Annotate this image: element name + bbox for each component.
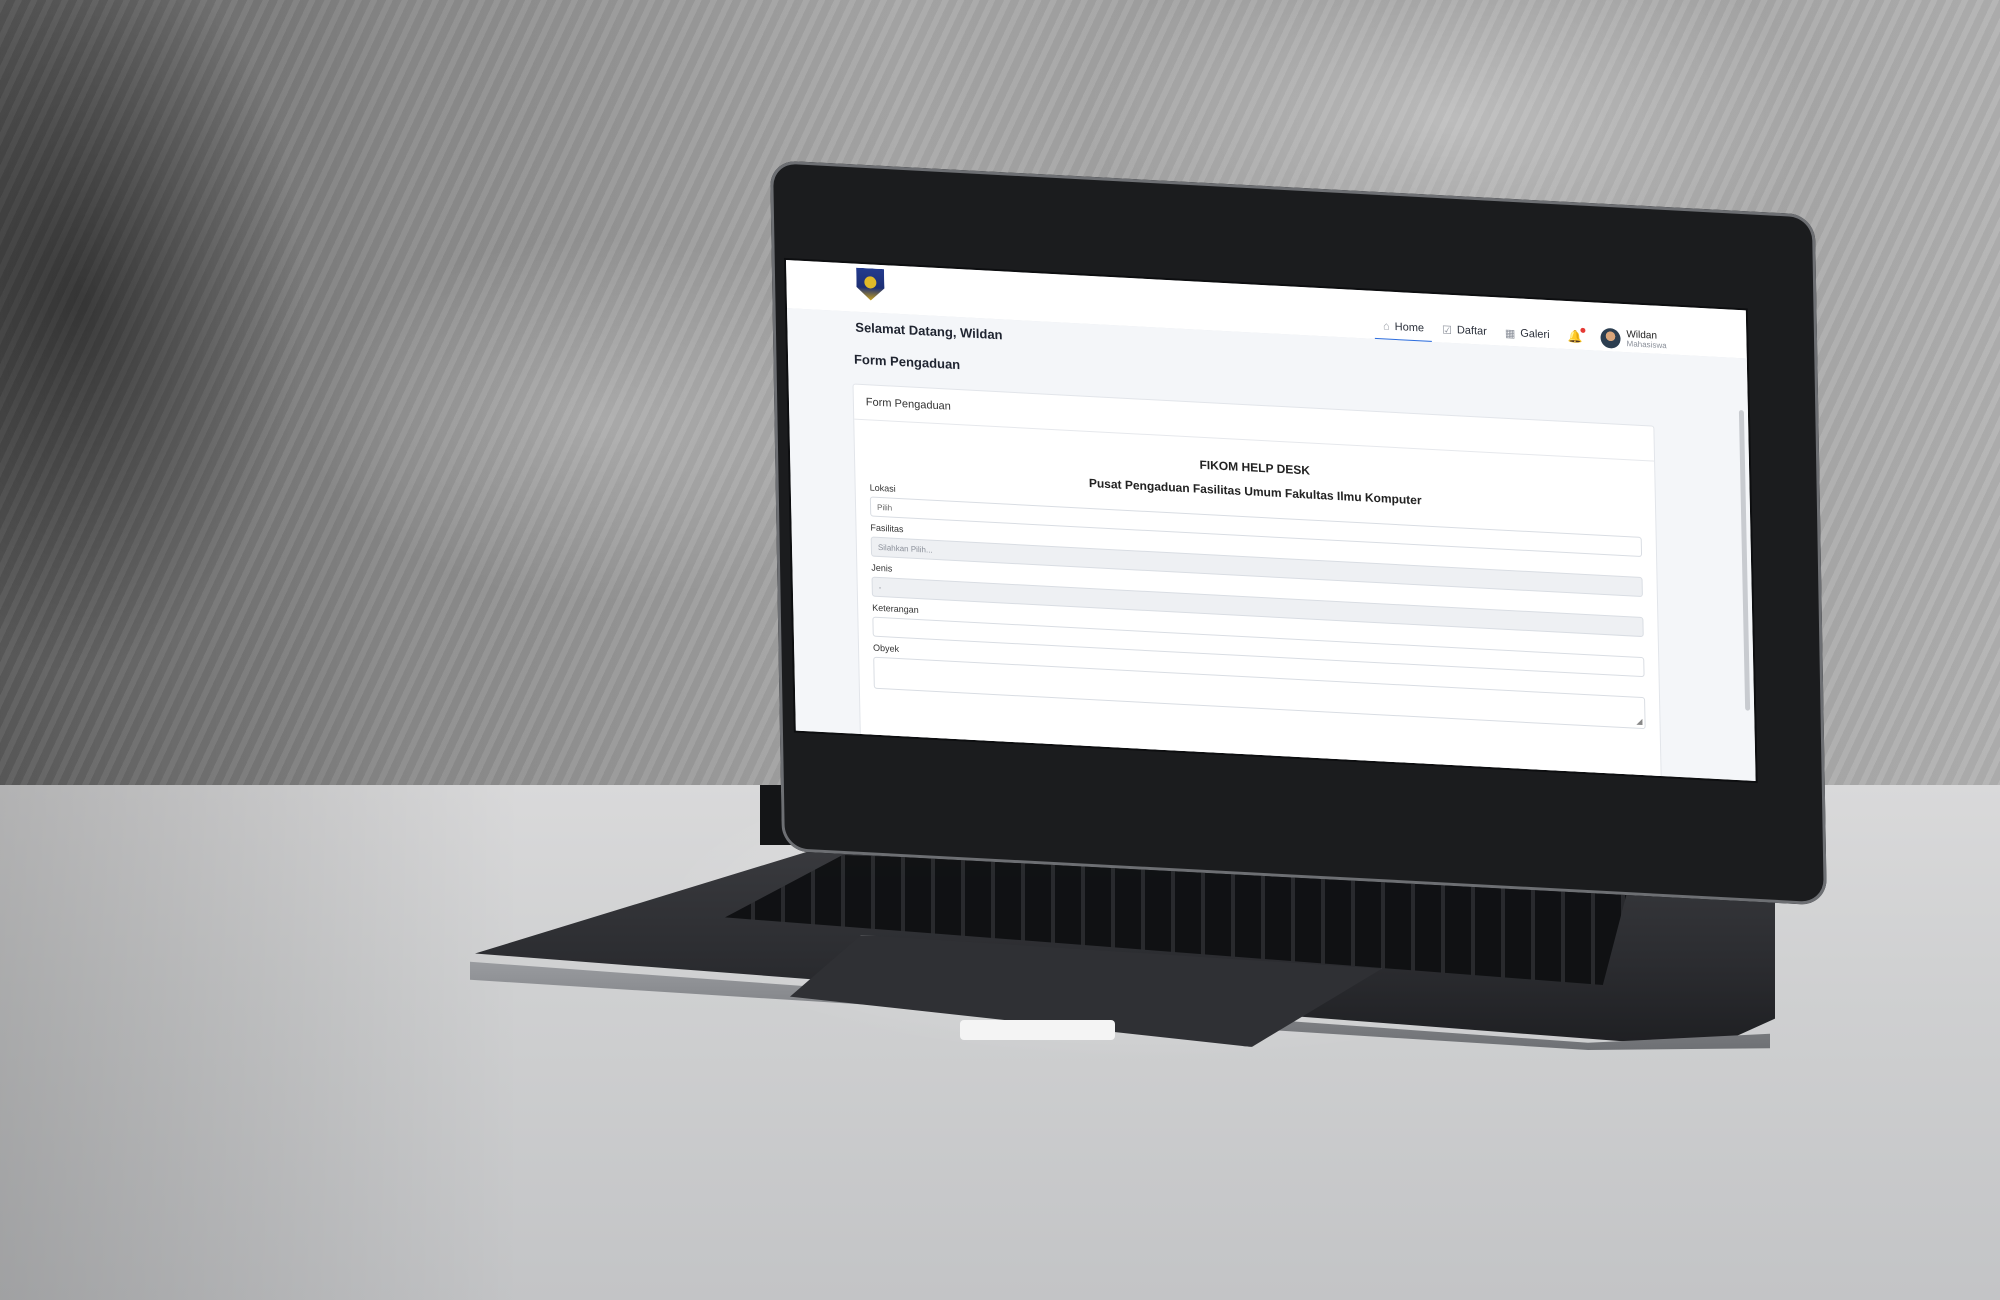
checklist-icon: ☑ xyxy=(1441,323,1453,337)
main-content: Selamat Datang, Wildan Form Pengaduan Fo… xyxy=(787,308,1756,781)
page-title: Form Pengaduan xyxy=(853,351,961,373)
nav-home-label: Home xyxy=(1394,320,1425,335)
welcome-text: Selamat Datang, Wildan xyxy=(855,319,1003,343)
university-logo[interactable] xyxy=(856,268,885,302)
complaint-form: Lokasi Pilih Fasilitas Silahkan Pilih...… xyxy=(856,482,1660,730)
resize-handle-icon[interactable]: ◢ xyxy=(1636,717,1642,726)
nav-item-galeri[interactable]: ▦ Galeri xyxy=(1505,320,1550,348)
nav-item-home[interactable]: ⌂ Home xyxy=(1383,313,1425,341)
page-scrollbar[interactable] xyxy=(1738,410,1751,711)
user-role: Mahasiswa xyxy=(1626,339,1667,351)
jenis-value: - xyxy=(878,582,882,592)
avatar xyxy=(1600,327,1621,349)
user-menu[interactable]: Wildan Mahasiswa xyxy=(1600,327,1667,351)
notification-dot xyxy=(1580,327,1586,333)
laptop-screen: ⌂ Home ☑ Daftar ▦ Galeri 🔔 Wildan Mahasi… xyxy=(786,260,1756,781)
grid-icon: ▦ xyxy=(1504,327,1516,340)
user-info: Wildan Mahasiswa xyxy=(1626,329,1667,351)
desk-shadow xyxy=(0,785,520,1300)
home-icon: ⌂ xyxy=(1382,320,1390,333)
logo-emblem xyxy=(864,276,876,289)
complaint-form-card: Form Pengaduan FIKOM HELP DESK Pusat Pen… xyxy=(852,383,1663,781)
nav-item-daftar[interactable]: ☑ Daftar xyxy=(1442,316,1487,344)
laptop-notch-highlight xyxy=(960,1020,1115,1040)
nav-daftar-label: Daftar xyxy=(1456,324,1487,338)
notification-bell[interactable]: 🔔 xyxy=(1567,327,1586,344)
fasilitas-placeholder: Silahkan Pilih... xyxy=(877,542,933,555)
lokasi-value: Pilih xyxy=(876,502,893,513)
nav-galeri-label: Galeri xyxy=(1520,327,1550,342)
